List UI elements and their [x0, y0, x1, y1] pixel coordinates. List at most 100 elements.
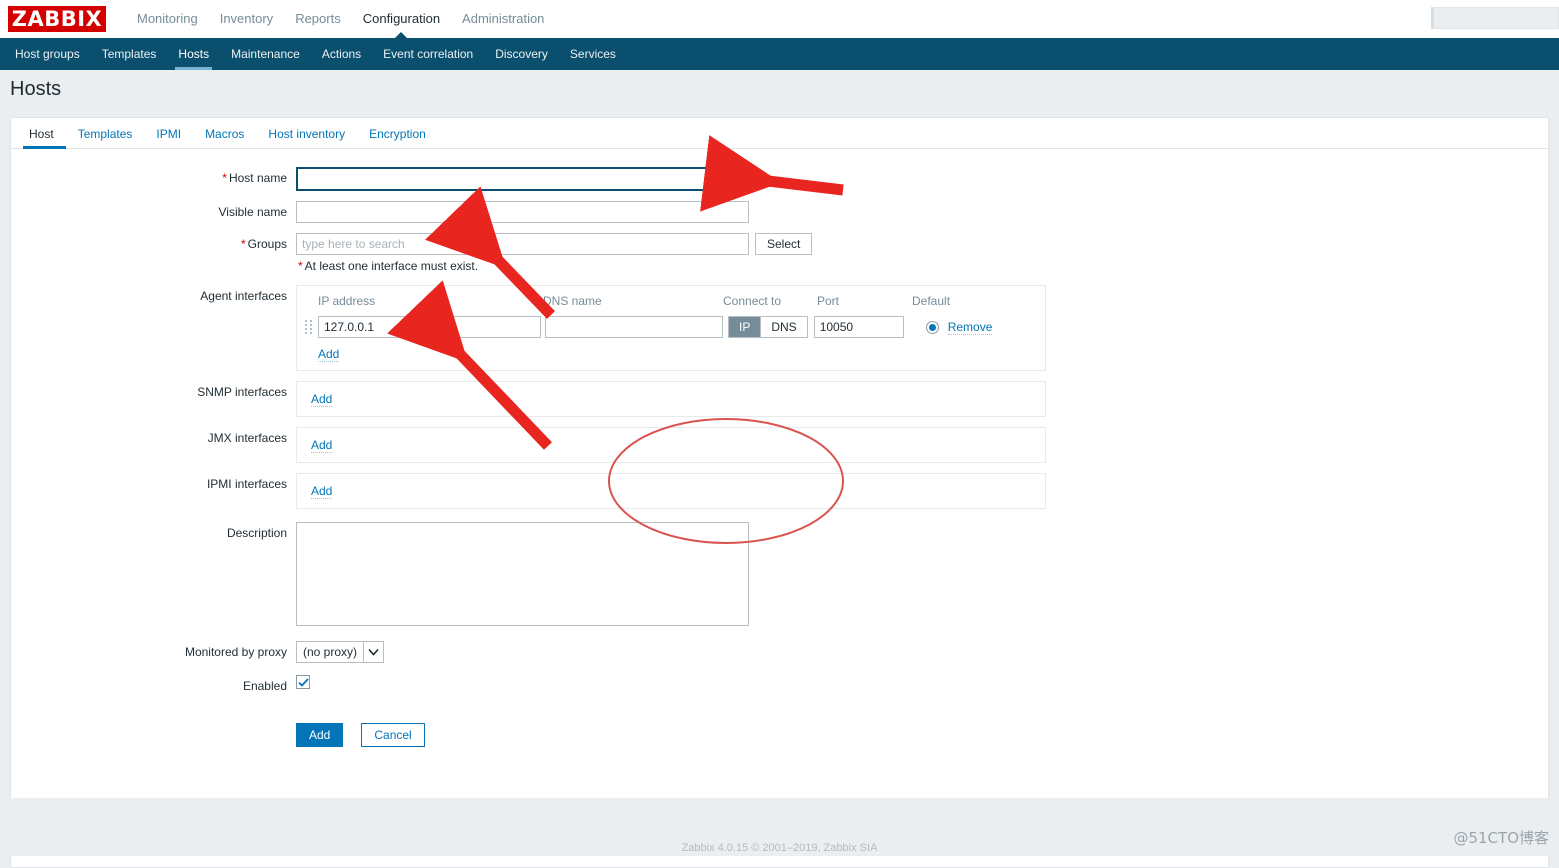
content-area: Host Templates IPMI Macros Host inventor…	[0, 108, 1559, 868]
required-marker-interface-note: *	[298, 259, 303, 273]
top-nav-item-reports[interactable]: Reports	[284, 0, 352, 38]
page-title: Hosts	[10, 77, 62, 100]
connect-to-option-dns[interactable]: DNS	[760, 317, 807, 337]
groups-search-input[interactable]	[296, 233, 749, 255]
field-row-ipmi-interfaces: IPMI interfaces Add	[11, 473, 1548, 509]
top-nav-item-monitoring[interactable]: Monitoring	[126, 0, 209, 38]
sub-nav-item-discovery[interactable]: Discovery	[484, 38, 559, 70]
fieldzone-jmx-interfaces: Add	[296, 427, 1548, 463]
interface-required-note: * At least one interface must exist.	[298, 259, 479, 273]
sub-nav-item-event-correlation[interactable]: Event correlation	[372, 38, 484, 70]
label-enabled: Enabled	[242, 679, 287, 693]
ipmi-interfaces-box: Add	[296, 473, 1046, 509]
field-row-agent-interfaces: Agent interfaces IP address DNS name Con…	[11, 285, 1548, 371]
footer-version-text: Zabbix 4.0.15 © 2001–2019, Zabbix SIA	[681, 842, 878, 854]
top-nav-item-administration[interactable]: Administration	[451, 0, 555, 38]
host-form-panel: Host Templates IPMI Macros Host inventor…	[10, 117, 1549, 868]
fieldzone-description	[296, 522, 1548, 629]
field-row-description: Description	[11, 522, 1548, 629]
sub-nav-item-maintenance[interactable]: Maintenance	[220, 38, 311, 70]
chevron-down-icon[interactable]	[363, 642, 384, 662]
cancel-button[interactable]: Cancel	[361, 723, 425, 747]
groups-control: Select	[296, 233, 1548, 255]
label-jmx-interfaces: JMX interfaces	[207, 431, 287, 445]
field-row-host-name: * Host name	[11, 167, 1548, 191]
add-button[interactable]: Add	[296, 723, 344, 747]
label-ipmi-interfaces: IPMI interfaces	[206, 477, 287, 491]
enabled-checkbox[interactable]	[296, 675, 310, 689]
interface-port-input[interactable]	[813, 316, 904, 338]
top-navigation-bar: ZABBIX Monitoring Inventory Reports Conf…	[0, 0, 1559, 39]
field-row-snmp-interfaces: SNMP interfaces Add	[11, 381, 1548, 417]
tab-host-inventory[interactable]: Host inventory	[256, 127, 357, 148]
host-name-input[interactable]	[296, 167, 749, 191]
tab-ipmi[interactable]: IPMI	[144, 127, 193, 148]
add-agent-interface-link[interactable]: Add	[318, 347, 340, 362]
field-row-enabled: Enabled	[11, 675, 1548, 697]
tab-templates[interactable]: Templates	[66, 127, 145, 148]
agent-interfaces-table: IP address DNS name Connect to Port Defa…	[296, 285, 1046, 371]
field-row-jmx-interfaces: JMX interfaces Add	[11, 427, 1548, 463]
column-header-port: Port	[817, 294, 840, 308]
label-visible-name: Visible name	[218, 205, 287, 219]
remove-interface-link[interactable]: Remove	[947, 320, 993, 335]
tab-host[interactable]: Host	[23, 127, 66, 149]
top-nav-item-inventory[interactable]: Inventory	[209, 0, 284, 38]
page-footer: Zabbix 4.0.15 © 2001–2019, Zabbix SIA @5…	[0, 798, 1559, 856]
sub-nav-item-host-groups[interactable]: Host groups	[4, 38, 91, 70]
drag-handle-icon[interactable]	[305, 319, 314, 335]
global-search-input[interactable]	[1431, 7, 1559, 29]
field-row-form-actions: Add Cancel	[11, 717, 1548, 747]
tab-macros[interactable]: Macros	[193, 127, 256, 148]
form-action-buttons: Add Cancel	[296, 723, 1548, 747]
fieldzone-host-name	[296, 167, 1548, 191]
monitored-by-proxy-select[interactable]: (no proxy)	[296, 641, 385, 663]
connect-to-option-ip[interactable]: IP	[729, 317, 761, 337]
fieldzone-monitored-by-proxy: (no proxy)	[296, 641, 1548, 663]
add-jmx-interface-link[interactable]: Add	[311, 438, 333, 453]
tab-encryption[interactable]: Encryption	[357, 127, 438, 148]
add-snmp-interface-link[interactable]: Add	[311, 392, 333, 407]
interface-ip-address-input[interactable]	[318, 316, 541, 338]
fieldzone-ipmi-interfaces: Add	[296, 473, 1548, 509]
fieldzone-agent-interfaces: IP address DNS name Connect to Port Defa…	[296, 285, 1548, 371]
sub-nav-item-templates[interactable]: Templates	[91, 38, 168, 70]
sub-nav-item-hosts[interactable]: Hosts	[167, 38, 220, 70]
interface-dns-name-input[interactable]	[545, 316, 723, 338]
description-textarea[interactable]	[296, 522, 749, 626]
field-row-visible-name: Visible name	[11, 201, 1548, 223]
zabbix-logo[interactable]: ZABBIX	[8, 6, 106, 32]
page-header: Hosts	[0, 70, 1559, 108]
add-ipmi-interface-link[interactable]: Add	[311, 484, 333, 499]
required-marker-groups: *	[240, 237, 246, 251]
jmx-interfaces-box: Add	[296, 427, 1046, 463]
fieldzone-form-actions: Add Cancel	[296, 717, 1548, 747]
default-cell: Remove	[925, 320, 993, 335]
required-marker-host-name: *	[222, 171, 227, 185]
label-description: Description	[226, 526, 287, 540]
default-interface-radio[interactable]	[925, 320, 939, 334]
monitored-by-proxy-value: (no proxy)	[303, 645, 358, 659]
label-agent-interfaces: Agent interfaces	[200, 289, 287, 303]
watermark-label: @51CTO博客	[1453, 829, 1549, 847]
fieldzone-enabled	[296, 675, 1548, 689]
top-nav-items: Monitoring Inventory Reports Configurati…	[126, 0, 555, 39]
top-nav-item-configuration[interactable]: Configuration	[352, 0, 451, 39]
agent-interfaces-header-row: IP address DNS name Connect to Port Defa…	[305, 292, 1037, 314]
sub-nav-item-actions[interactable]: Actions	[311, 38, 372, 70]
label-snmp-interfaces: SNMP interfaces	[197, 385, 287, 399]
label-groups: * Groups	[240, 237, 287, 251]
host-form: *Host name Visible name *Groups Selec	[11, 149, 1548, 747]
host-form-tabs: Host Templates IPMI Macros Host inventor…	[11, 118, 1548, 149]
field-row-monitored-by-proxy: Monitored by proxy (no proxy)	[11, 641, 1548, 663]
sub-navigation-bar: Host groups Templates Hosts Maintenance …	[0, 38, 1559, 70]
sub-nav-item-services[interactable]: Services	[559, 38, 627, 70]
column-header-connect-to: Connect to	[723, 294, 782, 308]
label-host-name: * Host name	[222, 171, 287, 185]
fieldzone-snmp-interfaces: Add	[296, 381, 1548, 417]
groups-select-button[interactable]: Select	[755, 233, 813, 255]
snmp-interfaces-box: Add	[296, 381, 1046, 417]
label-monitored-by-proxy: Monitored by proxy	[184, 645, 287, 659]
visible-name-input[interactable]	[296, 201, 749, 223]
fieldzone-visible-name	[296, 201, 1548, 223]
